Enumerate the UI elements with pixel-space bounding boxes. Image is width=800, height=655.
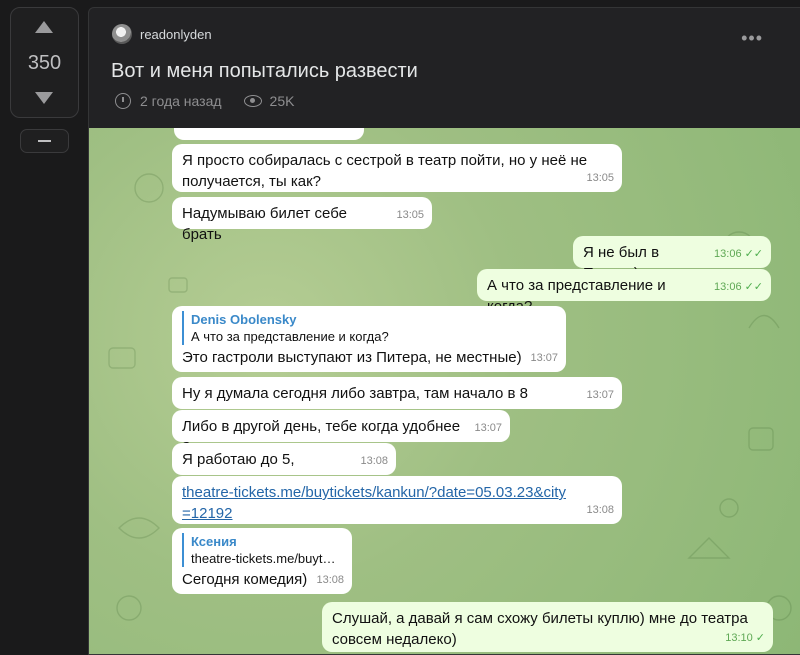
clock-icon: [115, 93, 131, 109]
author-name[interactable]: readonlyden: [140, 27, 212, 42]
message-time: 13:05: [586, 172, 614, 184]
message-bubble-outgoing[interactable]: Слушай, а давай я сам схожу билеты куплю…: [322, 602, 773, 652]
downvote-icon[interactable]: [35, 92, 53, 104]
message-time: 13:08: [316, 574, 344, 586]
chat-screenshot: Я просто собиралась с сестрой в театр по…: [89, 128, 800, 654]
reply-author: Denis Obolensky: [191, 312, 297, 327]
post-age: 2 года назад: [140, 93, 222, 109]
message-bubble-partial: [174, 128, 364, 140]
message-time: 13:08: [586, 504, 614, 516]
collapse-button[interactable]: [20, 129, 69, 153]
message-time: 13:10: [725, 632, 753, 644]
post-card: readonlyden ••• Вот и меня попытались ра…: [88, 7, 800, 655]
reply-author: Ксения: [191, 534, 237, 549]
post-meta: 2 года назад 25K: [115, 93, 294, 109]
message-bubble-reply[interactable]: Ксения theatre-tickets.me/buyt… Сегодня …: [172, 528, 352, 594]
message-time: 13:07: [474, 422, 502, 434]
message-time: 13:06: [714, 281, 742, 293]
message-time: 13:07: [530, 352, 558, 364]
message-time: 13:06: [714, 248, 742, 260]
check-icon: ✓✓: [744, 248, 763, 260]
message-text: Сегодня комедия): [182, 571, 308, 588]
post-author[interactable]: readonlyden: [112, 24, 212, 44]
message-bubble-outgoing[interactable]: Я не был в Питере) 13:06✓✓: [573, 236, 771, 282]
message-bubble[interactable]: Я работаю до 5, успеваю 13:08: [172, 443, 396, 489]
quoted-reply[interactable]: Ксения theatre-tickets.me/buyt…: [182, 533, 342, 567]
message-time: 13:08: [360, 455, 388, 467]
eye-icon: [243, 95, 262, 107]
message-bubble-reply[interactable]: Denis Obolensky А что за представление и…: [172, 306, 566, 372]
more-icon[interactable]: •••: [741, 28, 763, 49]
reply-text: А что за представление и когда?: [191, 329, 389, 344]
message-time: 13:07: [586, 389, 614, 401]
quoted-reply[interactable]: Denis Obolensky А что за представление и…: [182, 311, 556, 345]
check-icon: ✓✓: [744, 281, 763, 293]
upvote-icon[interactable]: [35, 21, 53, 33]
message-bubble[interactable]: Ну я думала сегодня либо завтра, там нач…: [172, 377, 622, 423]
message-bubble[interactable]: Я просто собиралась с сестрой в театр по…: [172, 144, 622, 192]
message-text: Это гастроли выступают из Питера, не мес…: [182, 349, 522, 366]
message-bubble[interactable]: Либо в другой день, тебе когда удобнее ?…: [172, 410, 510, 456]
vote-widget: 350: [10, 7, 79, 118]
collapse-icon: [38, 140, 51, 142]
message-time: 13:05: [396, 209, 424, 221]
check-icon: ✓: [755, 632, 765, 644]
ticket-link[interactable]: theatre-tickets.me/buytickets/kankun/?da…: [182, 484, 566, 522]
vote-count: 350: [27, 52, 62, 74]
message-bubble-outgoing[interactable]: А что за представление и когда? 13:06✓✓: [477, 269, 771, 315]
post-views: 25K: [269, 93, 295, 109]
message-text: Слушай, а давай я сам схожу билеты куплю…: [332, 610, 748, 648]
message-bubble-link[interactable]: theatre-tickets.me/buytickets/kankun/?da…: [172, 476, 622, 524]
message-bubble[interactable]: Надумываю билет себе брать 13:05: [172, 197, 432, 243]
message-text: Я просто собиралась с сестрой в театр по…: [182, 152, 588, 190]
post-title[interactable]: Вот и меня попытались развести: [111, 60, 418, 83]
reply-text: theatre-tickets.me/buyt…: [191, 551, 336, 566]
avatar[interactable]: [112, 24, 132, 44]
